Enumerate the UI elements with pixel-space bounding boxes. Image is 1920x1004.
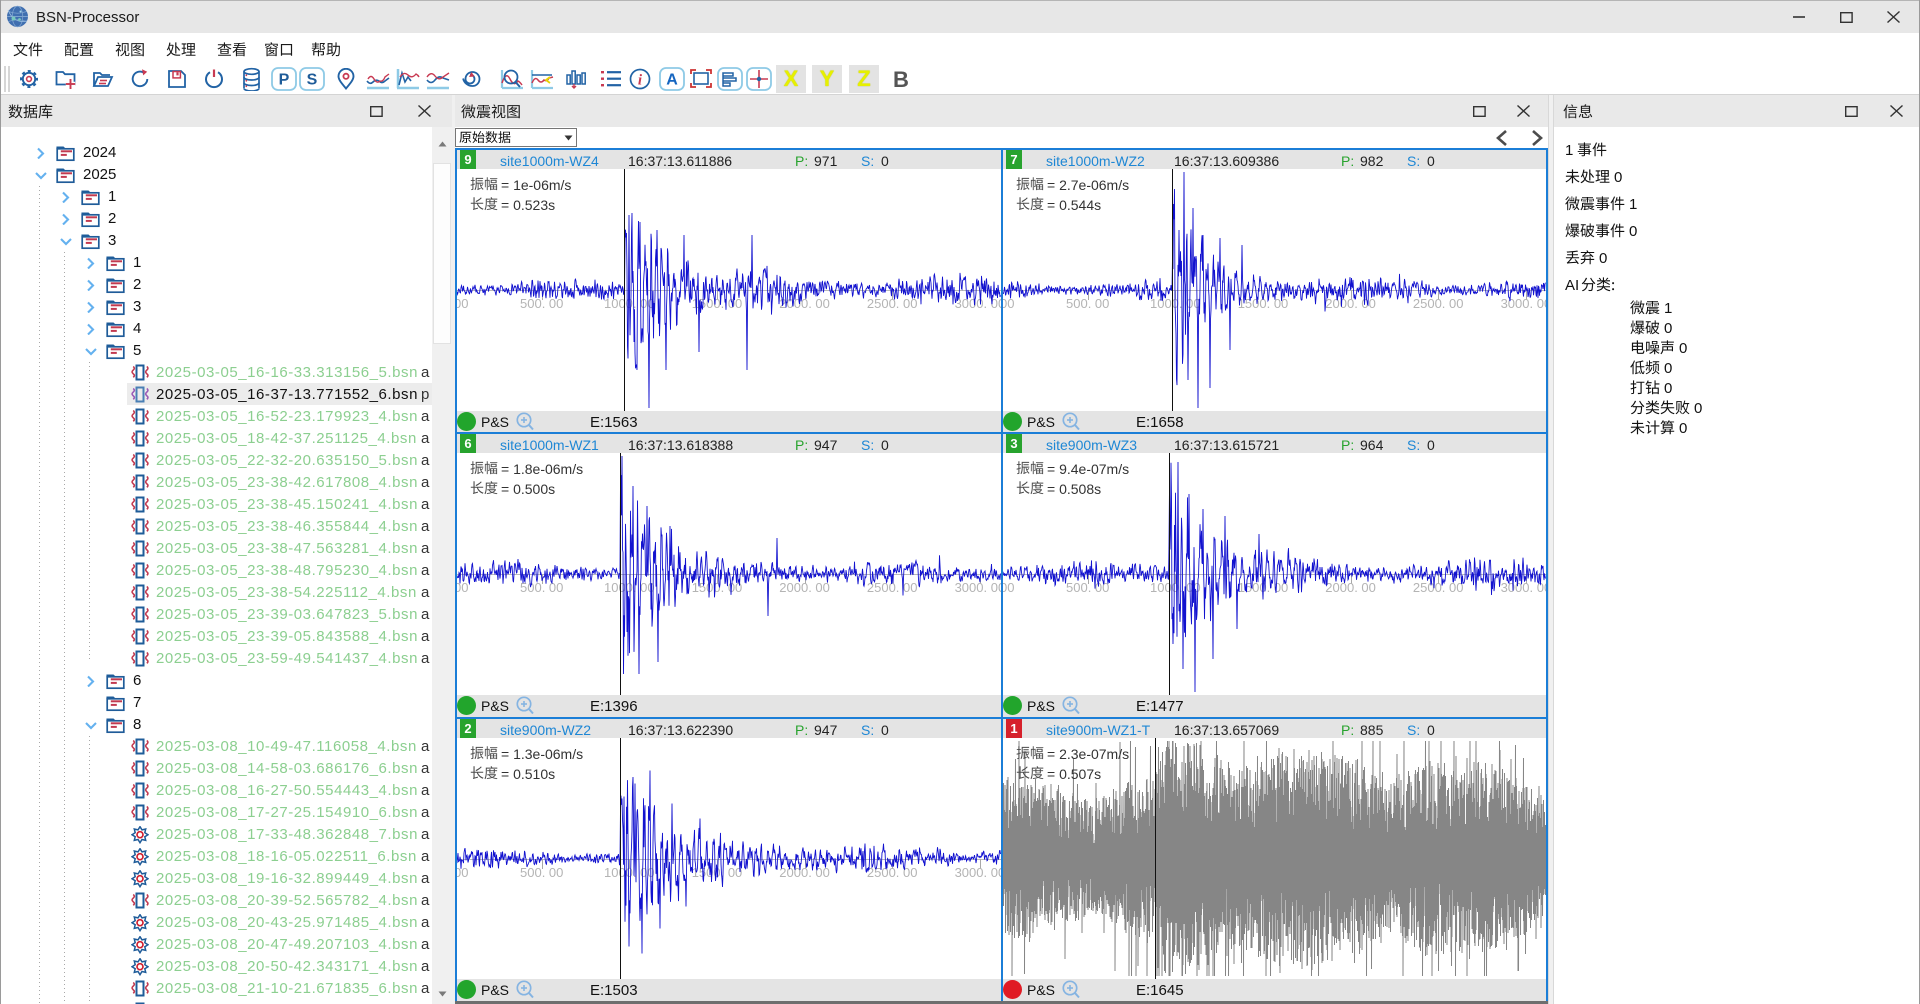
svg-text:A: A	[666, 72, 678, 89]
svg-text:P: P	[279, 72, 290, 89]
svg-text:i: i	[638, 73, 643, 89]
svg-text:S: S	[307, 72, 318, 89]
